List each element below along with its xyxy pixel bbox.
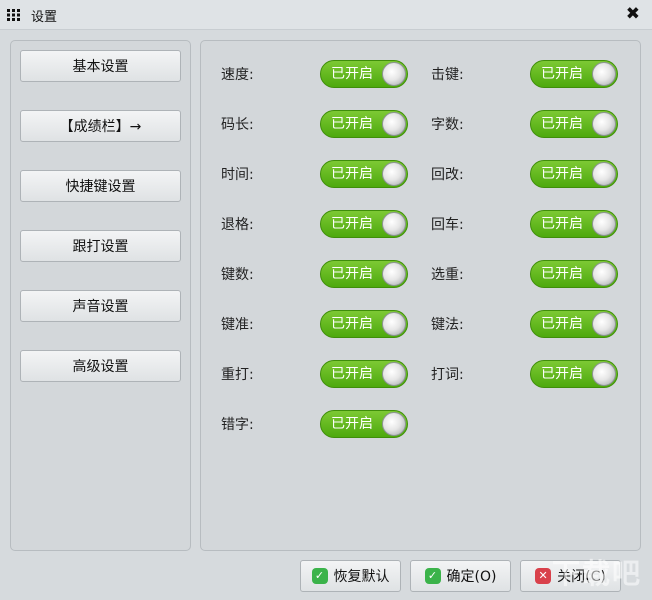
option-label-code-length: 码长:	[221, 117, 254, 133]
option-label-speed: 速度:	[221, 67, 254, 83]
option-label-retype: 重打:	[221, 367, 254, 383]
toggle-knob	[382, 262, 406, 286]
restore-defaults-label: 恢复默认	[333, 569, 390, 585]
toggle-state-text: 已开启	[331, 116, 373, 132]
toggle-knob	[592, 62, 616, 86]
toggle-state-text: 已开启	[331, 416, 373, 432]
toggle-state-text: 已开启	[331, 166, 373, 182]
toggle-key-method[interactable]: 已开启	[530, 310, 618, 338]
toggle-candidate-select[interactable]: 已开启	[530, 260, 618, 288]
check-icon: ✓	[424, 568, 441, 584]
toggle-knob	[592, 112, 616, 136]
toggle-state-text: 已开启	[541, 116, 583, 132]
option-label-key-method: 键法:	[431, 317, 464, 333]
toggle-knob	[382, 362, 406, 386]
toggle-knob	[592, 362, 616, 386]
close-x-icon: ✕	[535, 568, 552, 584]
close-icon[interactable]: ✖	[626, 3, 640, 25]
toggle-state-text: 已开启	[331, 316, 373, 332]
nav-basic-settings-button[interactable]: 基本设置	[20, 50, 181, 82]
option-label-typos: 错字:	[221, 417, 254, 433]
toggle-retype[interactable]: 已开启	[320, 360, 408, 388]
option-label-key-accuracy: 键准:	[221, 317, 254, 333]
toggle-knob	[592, 262, 616, 286]
toggle-key-count[interactable]: 已开启	[320, 260, 408, 288]
option-label-char-count: 字数:	[431, 117, 464, 133]
score-bar-options-panel: 速度: 已开启 击键: 已开启 码长: 已开启 字数: 已开启 时间: 已开启 …	[200, 40, 641, 551]
option-label-corrections: 回改:	[431, 167, 464, 183]
toggle-knob	[592, 312, 616, 336]
toggle-enter[interactable]: 已开启	[530, 210, 618, 238]
nav-score-bar-button[interactable]: 【成绩栏】→	[20, 110, 181, 142]
option-label-key-count: 键数:	[221, 267, 254, 283]
option-label-keystroke: 击键:	[431, 67, 464, 83]
toggle-knob	[592, 162, 616, 186]
toggle-speed[interactable]: 已开启	[320, 60, 408, 88]
toggle-state-text: 已开启	[331, 266, 373, 282]
toggle-state-text: 已开启	[541, 366, 583, 382]
option-label-candidate-select: 选重:	[431, 267, 464, 283]
window-title: 设置	[31, 10, 58, 25]
toggle-keystroke[interactable]: 已开启	[530, 60, 618, 88]
toggle-state-text: 已开启	[331, 216, 373, 232]
toggle-word-typing[interactable]: 已开启	[530, 360, 618, 388]
toggle-knob	[382, 212, 406, 236]
toggle-key-accuracy[interactable]: 已开启	[320, 310, 408, 338]
watermark: 下载吧	[551, 557, 642, 590]
toggle-backspace[interactable]: 已开启	[320, 210, 408, 238]
option-label-word-typing: 打词:	[431, 367, 464, 383]
toggle-state-text: 已开启	[541, 316, 583, 332]
toggle-knob	[382, 112, 406, 136]
toggle-corrections[interactable]: 已开启	[530, 160, 618, 188]
nav-advanced-settings-button[interactable]: 高级设置	[20, 350, 181, 382]
toggle-knob	[592, 212, 616, 236]
restore-defaults-button[interactable]: ✓ 恢复默认	[300, 560, 401, 592]
nav-shortcut-settings-button[interactable]: 快捷键设置	[20, 170, 181, 202]
option-label-backspace: 退格:	[221, 217, 254, 233]
toggle-state-text: 已开启	[541, 66, 583, 82]
check-icon: ✓	[311, 568, 328, 584]
toggle-state-text: 已开启	[541, 166, 583, 182]
ok-label: 确定(O)	[446, 569, 497, 585]
toggle-code-length[interactable]: 已开启	[320, 110, 408, 138]
toggle-typos[interactable]: 已开启	[320, 410, 408, 438]
toggle-state-text: 已开启	[541, 266, 583, 282]
toggle-state-text: 已开启	[541, 216, 583, 232]
toggle-state-text: 已开启	[331, 66, 373, 82]
title-bar: 设置 ✖	[0, 0, 652, 30]
toggle-knob	[382, 312, 406, 336]
settings-nav: 基本设置 【成绩栏】→ 快捷键设置 跟打设置 声音设置 高级设置	[10, 40, 191, 551]
option-label-time: 时间:	[221, 167, 254, 183]
toggle-knob	[382, 62, 406, 86]
toggle-state-text: 已开启	[331, 366, 373, 382]
option-label-enter: 回车:	[431, 217, 464, 233]
toggle-time[interactable]: 已开启	[320, 160, 408, 188]
toggle-char-count[interactable]: 已开启	[530, 110, 618, 138]
nav-follow-typing-settings-button[interactable]: 跟打设置	[20, 230, 181, 262]
toggle-knob	[382, 162, 406, 186]
app-grid-icon	[7, 9, 20, 21]
toggle-knob	[382, 412, 406, 436]
ok-button[interactable]: ✓ 确定(O)	[410, 560, 511, 592]
nav-sound-settings-button[interactable]: 声音设置	[20, 290, 181, 322]
